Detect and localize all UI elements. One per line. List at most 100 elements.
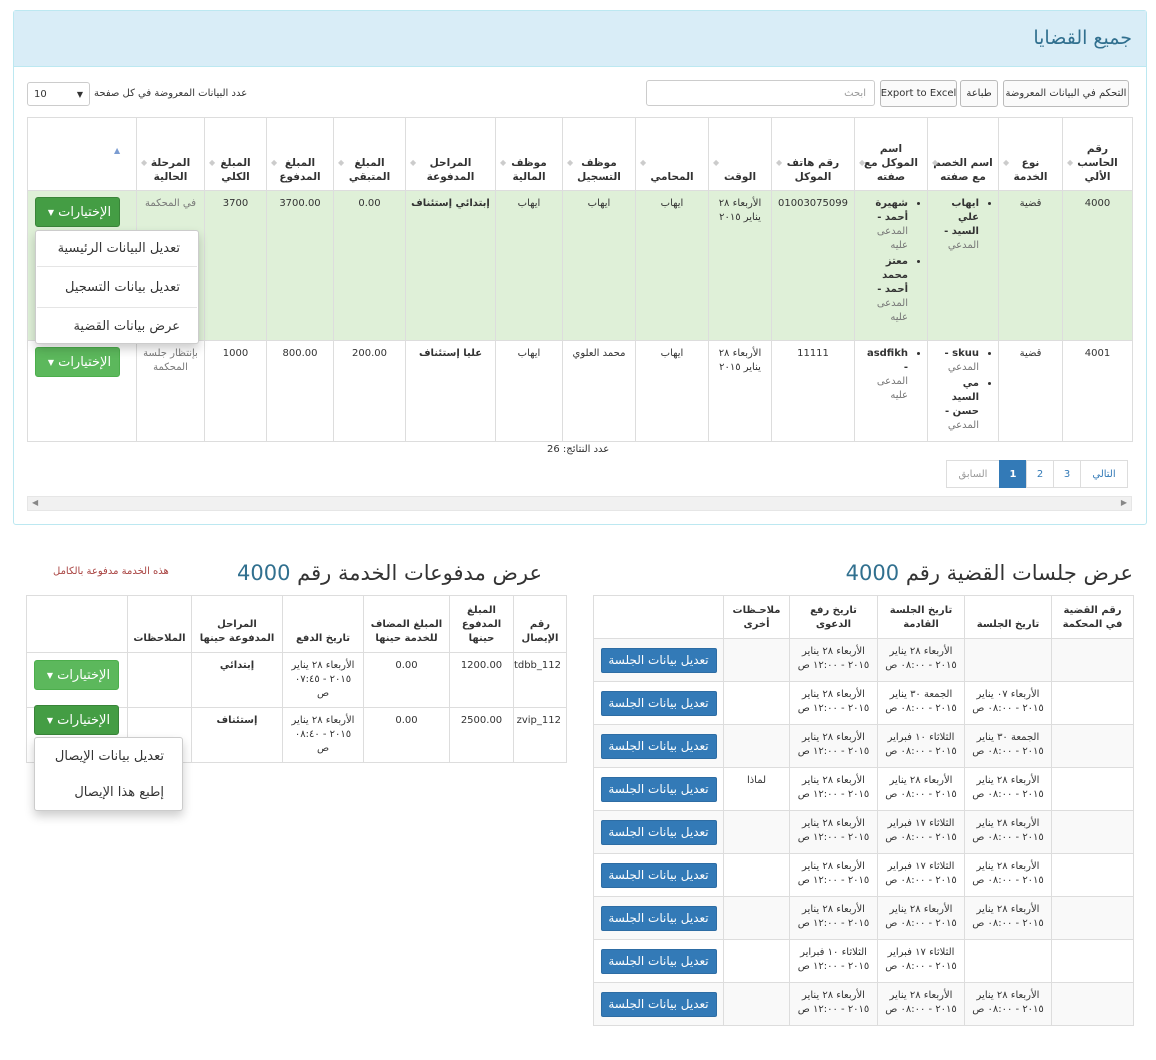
cell-time: الأربعاء ٢٨ يناير ٢٠١٥ xyxy=(708,340,772,442)
col-lawyer[interactable]: المحامي ◆ xyxy=(635,117,709,191)
cell-actions: تعديل بيانات الجلسة xyxy=(593,681,724,725)
menu-item-edit-receipt[interactable]: تعديل بيانات الإيصال xyxy=(35,738,182,774)
cell-computer-no: 4000 xyxy=(1062,190,1133,341)
table-row[interactable]: 4001 قضية skuu -المدعي مي السيد حسن -الم… xyxy=(27,340,1133,442)
cell-actions: تعديل بيانات الجلسة xyxy=(593,939,724,983)
edit-session-button[interactable]: تعديل بيانات الجلسة xyxy=(600,733,717,759)
sort-icon: ◆ xyxy=(410,158,417,167)
edit-session-button[interactable]: تعديل بيانات الجلسة xyxy=(600,991,717,1017)
column-control-button[interactable]: التحكم في البيانات المعروضة xyxy=(1003,80,1129,107)
col-paid[interactable]: المبلغ المدفوع ◆ xyxy=(266,117,334,191)
col-computer-no[interactable]: رقم الحاسب الألي ◆ xyxy=(1062,117,1133,191)
cell-next-session: الأربعاء ٢٨ يناير ٢٠١٥ - ٠٨:٠٠ ص xyxy=(877,896,965,940)
scroll-left-icon[interactable]: ◀ xyxy=(32,498,38,507)
cell-total: 3700 xyxy=(204,190,267,341)
search-input[interactable]: ابحث xyxy=(646,80,875,106)
menu-item-edit-registration[interactable]: تعديل بيانات التسجيل xyxy=(36,267,198,307)
col-remaining[interactable]: المبلغ المتبقي ◆ xyxy=(333,117,406,191)
cell-filing-date: الأربعاء ٢٨ يناير ٢٠١٥ - ١٢:٠٠ ص xyxy=(789,853,878,897)
pagination-prev[interactable]: السابق xyxy=(946,460,1000,488)
col-client[interactable]: اسم الموكل مع صفته ◆ xyxy=(854,117,928,191)
col-service-type[interactable]: نوع الخدمة ◆ xyxy=(998,117,1063,191)
cell-session-date: الأربعاء ٠٧ يناير ٢٠١٥ - ٠٨:٠٠ ص xyxy=(964,681,1052,725)
edit-session-button[interactable]: تعديل بيانات الجلسة xyxy=(600,905,717,931)
cell-court-no xyxy=(1051,638,1134,682)
col-paid-stages[interactable]: المراحل المدفوعة ◆ xyxy=(405,117,496,191)
col-client-phone[interactable]: رقم هاتف الموكل ◆ xyxy=(771,117,855,191)
col-registration-employee[interactable]: موظف التسجيل ◆ xyxy=(562,117,636,191)
page-size-value: 10 xyxy=(34,88,47,100)
sort-icon: ◆ xyxy=(1003,158,1010,167)
sort-asc-icon: ▲ xyxy=(114,146,121,155)
table-row: الأربعاء ٢٨ يناير ٢٠١٥ - ٠٨:٠٠ ص الأربعاء… xyxy=(593,896,1134,940)
edit-session-button[interactable]: تعديل بيانات الجلسة xyxy=(600,819,717,845)
caret-down-icon: ▼ xyxy=(47,207,55,217)
edit-session-button[interactable]: تعديل بيانات الجلسة xyxy=(600,948,717,974)
cell-service-type: قضية xyxy=(998,340,1063,442)
table-row: الجمعة ٣٠ يناير ٢٠١٥ - ٠٨:٠٠ ص الثلاثاء ١… xyxy=(593,724,1134,768)
cell-actions: تعديل بيانات الجلسة xyxy=(593,724,724,768)
scroll-right-icon[interactable]: ▶ xyxy=(1121,498,1127,507)
header-row: رقم القضية في المحكمة تاريخ الجلسة تاريخ… xyxy=(593,595,1134,639)
edit-session-button[interactable]: تعديل بيانات الجلسة xyxy=(600,862,717,888)
col-paid-then: المبلغ المدفوع حينها xyxy=(449,595,514,653)
cell-notes xyxy=(723,681,790,725)
menu-item-view-case[interactable]: عرض بيانات القضية xyxy=(36,308,198,344)
cell-filing-date: الثلاثاء ١٠ فبراير ٢٠١٥ - ١٢:٠٠ ص xyxy=(789,939,878,983)
cell-client-phone: 01003075099 xyxy=(771,190,855,341)
edit-session-button[interactable]: تعديل بيانات الجلسة xyxy=(600,690,717,716)
export-excel-button[interactable]: Export to Excel xyxy=(880,80,957,107)
sort-icon: ◆ xyxy=(932,158,939,167)
col-notes: الملاحظات xyxy=(127,595,192,653)
cell-paid-then: 2500.00 xyxy=(449,707,514,763)
col-actions[interactable]: ▲ xyxy=(27,117,137,191)
col-next-session: تاريخ الجلسة القادمة xyxy=(877,595,965,639)
pagination-page[interactable]: 1 xyxy=(999,460,1027,488)
cell-client: asdfikh -المدعى عليه xyxy=(854,340,928,442)
cell-filing-date: الأربعاء ٢٨ يناير ٢٠١٥ - ١٢:٠٠ ص xyxy=(789,982,878,1026)
table-row: الأربعاء ٢٨ يناير ٢٠١٥ - ٠٨:٠٠ ص الثلاثاء… xyxy=(593,810,1134,854)
page-size-label: عدد البيانات المعروضة في كل صفحة xyxy=(94,88,248,99)
cell-payment-date: الأربعاء ٢٨ يناير ٢٠١٥ - ٠٨:٤٠ ص xyxy=(282,707,364,763)
col-time[interactable]: الوقت ◆ xyxy=(708,117,772,191)
edit-session-button[interactable]: تعديل بيانات الجلسة xyxy=(600,776,717,802)
sort-icon: ◆ xyxy=(567,158,574,167)
cell-next-session: الجمعة ٣٠ يناير ٢٠١٥ - ٠٨:٠٠ ص xyxy=(877,681,965,725)
col-current-stage[interactable]: المرحلة الحالية ◆ xyxy=(136,117,205,191)
col-finance-employee[interactable]: موظف المالية ◆ xyxy=(495,117,563,191)
sort-icon: ◆ xyxy=(338,158,345,167)
payment-options-button[interactable]: ▼ الإختيارات xyxy=(34,705,119,735)
table-row: الثلاثاء ١٧ فبراير ٢٠١٥ - ٠٨:٠٠ ص الثلاثا… xyxy=(593,939,1134,983)
edit-session-button[interactable]: تعديل بيانات الجلسة xyxy=(600,647,717,673)
cell-actions: تعديل بيانات الجلسة xyxy=(593,896,724,940)
options-button[interactable]: ▼ الإختيارات xyxy=(35,347,120,377)
caret-down-icon: ▼ xyxy=(46,715,54,725)
payment-options-button[interactable]: ▼ الإختيارات xyxy=(34,660,119,690)
pagination-page[interactable]: 3 xyxy=(1053,460,1081,488)
cell-computer-no: 4001 xyxy=(1062,340,1133,442)
cell-next-session: الأربعاء ٢٨ يناير ٢٠١٥ - ٠٨:٠٠ ص xyxy=(877,982,965,1026)
col-receipt-no: رقم الإيصال xyxy=(513,595,567,653)
pagination-page[interactable]: 2 xyxy=(1026,460,1054,488)
table-row: الأربعاء ٢٨ يناير ٢٠١٥ - ٠٨:٠٠ ص الأربعاء… xyxy=(593,638,1134,682)
cell-session-date: الأربعاء ٢٨ يناير ٢٠١٥ - ٠٨:٠٠ ص xyxy=(964,853,1052,897)
cell-session-date xyxy=(964,939,1052,983)
options-button[interactable]: ▼ الإختيارات xyxy=(35,197,120,227)
col-total[interactable]: المبلغ الكلي ◆ xyxy=(204,117,267,191)
cell-notes xyxy=(723,939,790,983)
col-actions xyxy=(26,595,128,653)
cell-paid-stages: إبتدائي إستئناف xyxy=(405,190,496,341)
cell-filing-date: الأربعاء ٢٨ يناير ٢٠١٥ - ١٢:٠٠ ص xyxy=(789,681,878,725)
sort-icon: ◆ xyxy=(859,158,866,167)
col-opponent[interactable]: اسم الخصم مع صفته ◆ xyxy=(927,117,999,191)
cell-client: شهيرة أحمد -المدعى عليه معتز محمد أحمد -… xyxy=(854,190,928,341)
cell-next-session: الثلاثاء ١٧ فبراير ٢٠١٥ - ٠٨:٠٠ ص xyxy=(877,853,965,897)
pagination-next[interactable]: التالي xyxy=(1080,460,1128,488)
print-button[interactable]: طباعة xyxy=(960,80,998,107)
sort-icon: ◆ xyxy=(640,158,647,167)
col-added-then: المبلغ المضاف للخدمة حينها xyxy=(363,595,450,653)
menu-item-print-receipt[interactable]: إطبع هذا الإيصال xyxy=(35,774,182,810)
horizontal-scrollbar[interactable]: ◀ ▶ xyxy=(27,496,1132,511)
page-size-select[interactable]: 10 ▼ xyxy=(27,82,90,106)
menu-item-edit-main[interactable]: تعديل البيانات الرئيسية xyxy=(36,231,198,266)
